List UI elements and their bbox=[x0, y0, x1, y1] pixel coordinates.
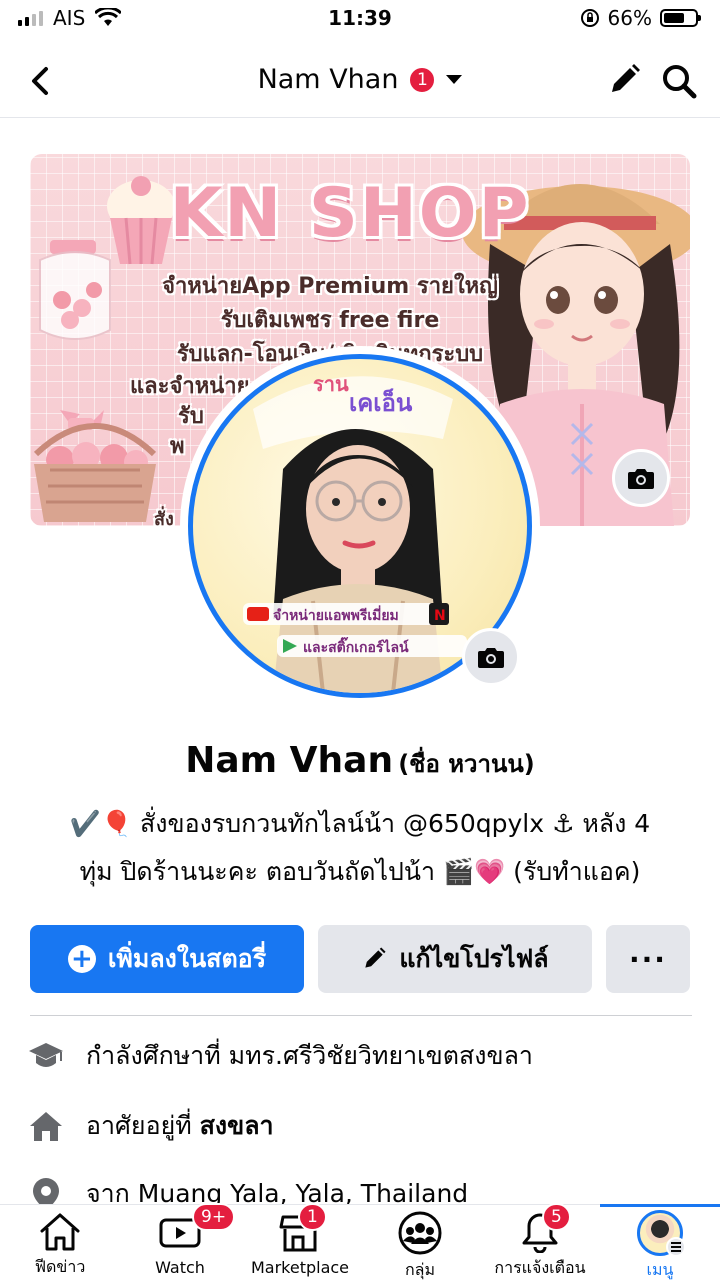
watch-badge: 9+ bbox=[192, 1203, 236, 1231]
home-icon bbox=[28, 1108, 64, 1144]
marketplace-badge: 1 bbox=[298, 1203, 327, 1231]
signal-icon bbox=[18, 10, 43, 26]
edit-profile-label: แก้ไขโปรไฟล์ bbox=[399, 944, 549, 973]
add-story-label: เพิ่มลงในสตอรี่ bbox=[107, 944, 267, 973]
divider bbox=[30, 1015, 692, 1016]
nav-marketplace[interactable]: 1 Marketplace bbox=[240, 1203, 360, 1280]
edit-profile-button[interactable]: แก้ไขโปรไฟล์ bbox=[318, 925, 592, 993]
camera-icon bbox=[478, 648, 504, 668]
profile-bio: ✔️🎈 สั่งของรบกวนทักไลน์น้า @650qpylx ⚓ ห… bbox=[30, 800, 690, 896]
nav-watch[interactable]: 9+ Watch bbox=[120, 1203, 240, 1280]
carrier-label: AIS bbox=[53, 6, 86, 30]
cover-text-line: จำหน่ายApp Premium รายใหญ่ bbox=[162, 274, 498, 299]
battery-percent: 66% bbox=[607, 6, 652, 30]
nav-news-feed[interactable]: ฟีดข่าว bbox=[0, 1205, 120, 1280]
info-text: กำลังศึกษาที่ มทร.ศรีวิชัยวิทยาเขตสงขลา bbox=[86, 1041, 533, 1070]
more-options-button[interactable]: ··· bbox=[606, 925, 690, 993]
bio-line: ✔️🎈 สั่งของรบกวนทักไลน์น้า @650qpylx ⚓ ห… bbox=[69, 809, 651, 838]
bio-line: ทุ่ม ปิดร้านนะคะ ตอบวันถัดไปน้า 🎬💗 (รับท… bbox=[79, 857, 641, 886]
caret-down-icon bbox=[446, 75, 463, 84]
more-dots-icon: ··· bbox=[629, 942, 667, 976]
info-bold: สงขลา bbox=[199, 1111, 274, 1140]
wifi-icon bbox=[95, 8, 122, 26]
candy-jar-illustration bbox=[39, 240, 111, 340]
graduation-cap-icon bbox=[28, 1038, 64, 1074]
nav-label: เมนู bbox=[646, 1260, 674, 1279]
page-title: Nam Vhan bbox=[257, 64, 399, 95]
nav-label: Marketplace bbox=[250, 1258, 350, 1277]
status-bar: AIS 11:39 66% bbox=[0, 0, 720, 36]
profile-header: Nam Vhan 1 bbox=[0, 44, 720, 118]
header-badge: 1 bbox=[408, 65, 437, 94]
nav-label: กลุ่ม bbox=[404, 1260, 436, 1279]
cover-shop-title: KN SHOP bbox=[169, 174, 531, 253]
info-lives-in: อาศัยอยู่ที่ สงขลา bbox=[28, 1106, 274, 1146]
home-icon bbox=[37, 1211, 83, 1252]
cover-text-line: รับเติมเพชร free fire bbox=[220, 308, 440, 333]
avatar-caption-1: จำหน่ายแอพพรีเมี่ยม bbox=[273, 605, 399, 624]
nav-label: Watch bbox=[155, 1258, 205, 1277]
cover-camera-button[interactable] bbox=[612, 449, 670, 507]
pencil-icon[interactable] bbox=[606, 62, 642, 98]
avatar bbox=[637, 1210, 686, 1257]
search-icon[interactable] bbox=[660, 62, 698, 100]
info-education: กำลังศึกษาที่ มทร.ศรีวิชัยวิทยาเขตสงขลา bbox=[28, 1036, 533, 1076]
info-text: อาศัยอยู่ที่ bbox=[86, 1111, 200, 1140]
rotation-lock-icon bbox=[580, 9, 599, 27]
profile-camera-button[interactable] bbox=[462, 628, 520, 686]
nav-label: ฟีดข่าว bbox=[34, 1257, 86, 1276]
profile-actions: + เพิ่มลงในสตอรี่ แก้ไขโปรไฟล์ ··· bbox=[30, 925, 692, 993]
nav-label: การแจ้งเตือน bbox=[494, 1258, 586, 1277]
sticker-shop-text: ราน bbox=[313, 372, 349, 396]
groups-icon bbox=[397, 1211, 443, 1255]
nav-menu[interactable]: เมนู bbox=[600, 1204, 720, 1280]
camera-icon bbox=[628, 469, 654, 489]
svg-text:N: N bbox=[434, 608, 446, 624]
add-to-story-button[interactable]: + เพิ่มลงในสตอรี่ bbox=[30, 925, 304, 993]
nav-notifications[interactable]: 5 การแจ้งเตือน bbox=[480, 1203, 600, 1280]
profile-name: Nam Vhan bbox=[185, 740, 394, 781]
profile-alt-name: (ชื่อ หวานน) bbox=[398, 750, 535, 778]
bottom-nav: ฟีดข่าว 9+ Watch 1 Marketplace กลุ่ม 5 ก… bbox=[0, 1203, 720, 1280]
nav-groups[interactable]: กลุ่ม bbox=[360, 1205, 480, 1280]
menu-avatar-icon bbox=[637, 1210, 686, 1257]
hamburger-icon bbox=[666, 1237, 686, 1257]
plus-circle-icon: + bbox=[67, 945, 96, 973]
peach-basket-illustration bbox=[33, 410, 157, 522]
profile-name-block: Nam Vhan (ชื่อ หวานน) bbox=[0, 740, 720, 783]
pencil-icon bbox=[365, 947, 386, 968]
notifications-badge: 5 bbox=[542, 1203, 571, 1231]
status-right: 66% bbox=[580, 6, 701, 30]
sticker-name-text: เคเอ็น bbox=[349, 388, 413, 417]
battery-icon bbox=[660, 9, 701, 27]
status-left: AIS bbox=[18, 6, 122, 30]
